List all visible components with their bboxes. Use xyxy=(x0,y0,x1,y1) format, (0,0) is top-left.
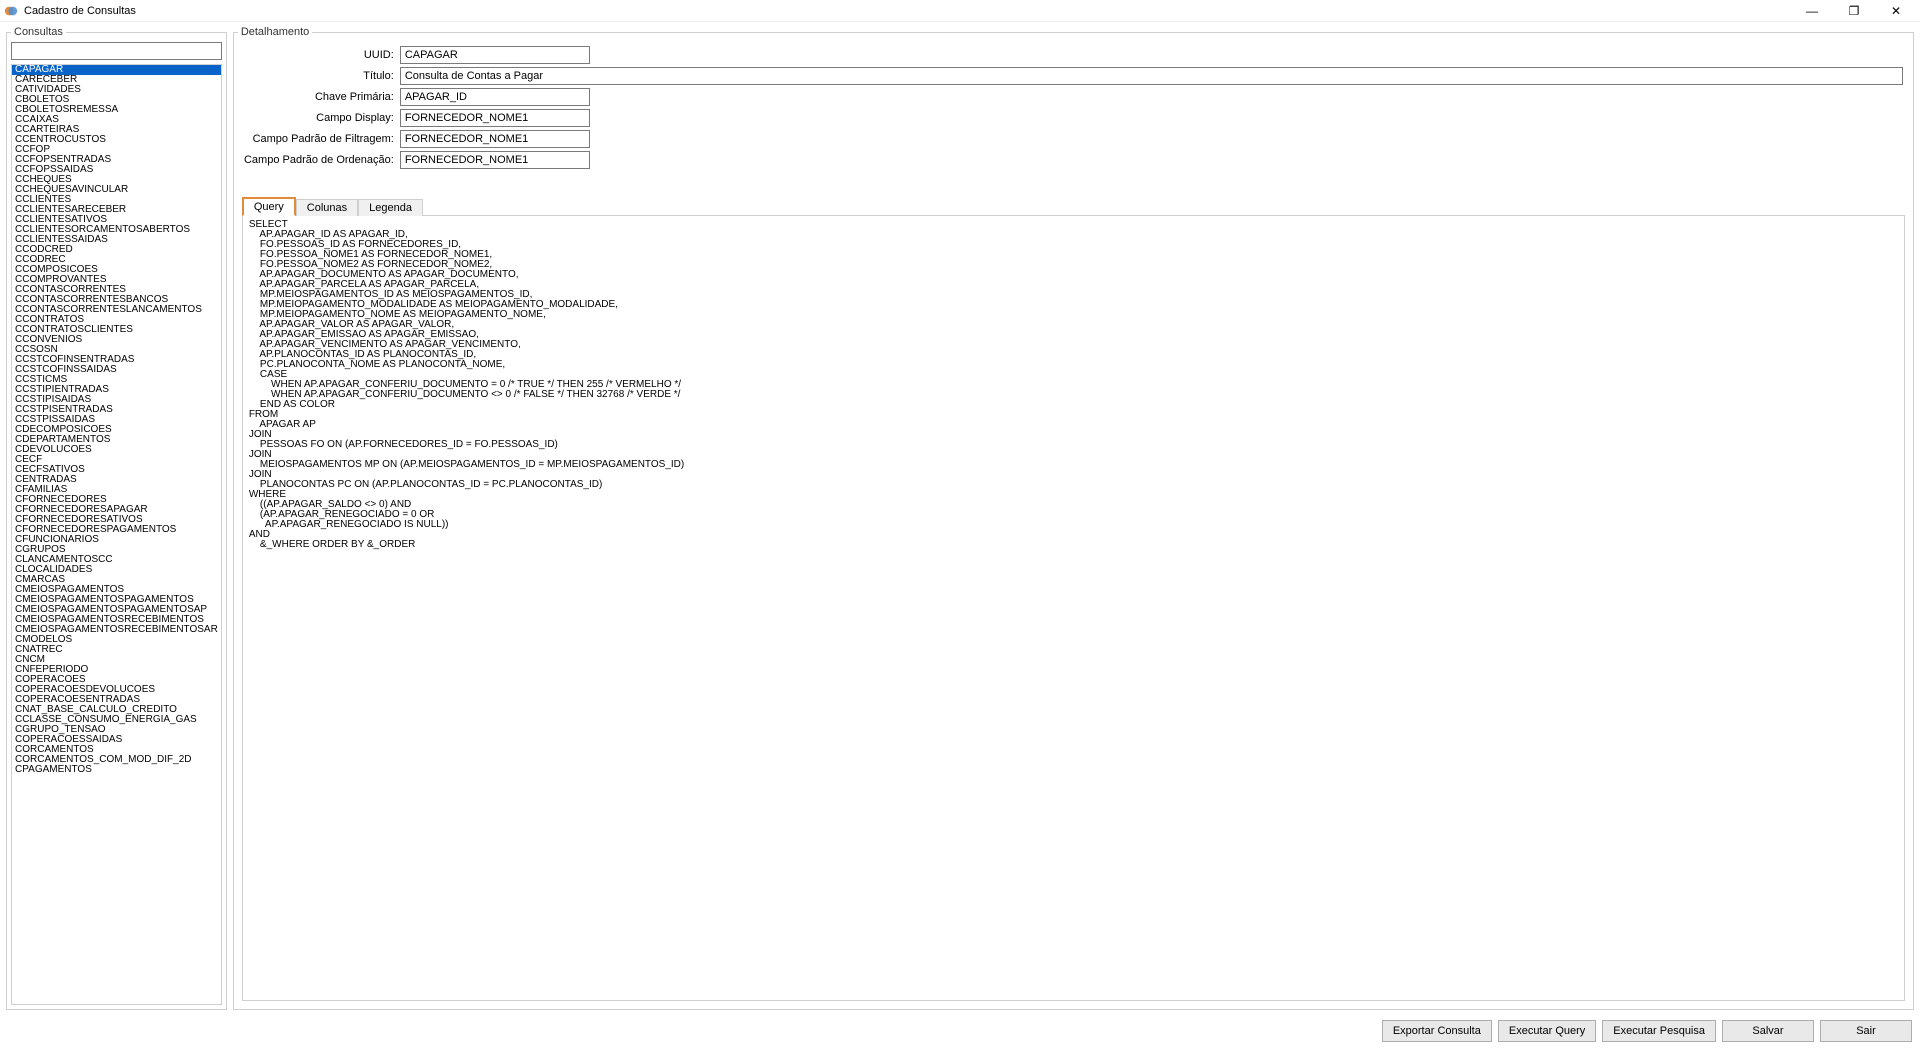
window-title: Cadastro de Consultas xyxy=(24,5,136,17)
consultas-panel: Consultas CAPAGARCARECEBERCATIVIDADESCBO… xyxy=(6,26,227,1010)
button-bar: Exportar Consulta Executar Query Executa… xyxy=(0,1014,1920,1050)
filtro-label: Campo Padrão de Filtragem: xyxy=(244,133,394,145)
salvar-button[interactable]: Salvar xyxy=(1722,1020,1814,1042)
executar-pesquisa-button[interactable]: Executar Pesquisa xyxy=(1602,1020,1716,1042)
tab-content[interactable]: SELECT AP.APAGAR_ID AS APAGAR_ID, FO.PES… xyxy=(242,215,1905,1001)
campo-display-field[interactable] xyxy=(400,109,590,127)
app-icon xyxy=(4,4,18,18)
minimize-button[interactable]: — xyxy=(1800,4,1824,18)
sair-button[interactable]: Sair xyxy=(1820,1020,1912,1042)
form-rows: UUID: Título: Chave Primária: Campo Disp… xyxy=(238,42,1909,178)
main-area: Consultas CAPAGARCARECEBERCATIVIDADESCBO… xyxy=(0,22,1920,1014)
campo-filtragem-field[interactable] xyxy=(400,130,590,148)
maximize-button[interactable]: ❐ xyxy=(1842,4,1866,18)
close-button[interactable]: ✕ xyxy=(1884,4,1908,18)
titulo-field[interactable] xyxy=(400,67,1903,85)
consultas-legend: Consultas xyxy=(11,26,66,38)
tab-colunas[interactable]: Colunas xyxy=(296,199,358,216)
sql-editor[interactable]: SELECT AP.APAGAR_ID AS APAGAR_ID, FO.PES… xyxy=(243,216,1904,554)
search-input[interactable] xyxy=(11,42,222,60)
list-item[interactable]: CDEVOLUCOES xyxy=(12,445,221,455)
tab-legenda[interactable]: Legenda xyxy=(358,199,423,216)
executar-query-button[interactable]: Executar Query xyxy=(1498,1020,1596,1042)
detalhamento-panel: Detalhamento UUID: Título: Chave Primári… xyxy=(233,26,1914,1010)
chave-primaria-field[interactable] xyxy=(400,88,590,106)
uuid-field[interactable] xyxy=(400,46,590,64)
consultas-list[interactable]: CAPAGARCARECEBERCATIVIDADESCBOLETOSCBOLE… xyxy=(11,64,222,1005)
detalhamento-legend: Detalhamento xyxy=(238,26,313,38)
tabs-region: Query Colunas Legenda SELECT AP.APAGAR_I… xyxy=(238,178,1909,1005)
campo-ordenacao-field[interactable] xyxy=(400,151,590,169)
chave-label: Chave Primária: xyxy=(244,91,394,103)
titulo-label: Título: xyxy=(244,70,394,82)
list-item[interactable]: CPAGAMENTOS xyxy=(12,765,221,775)
display-label: Campo Display: xyxy=(244,112,394,124)
tab-query[interactable]: Query xyxy=(242,197,296,216)
uuid-label: UUID: xyxy=(244,49,394,61)
window-titlebar: Cadastro de Consultas — ❐ ✕ xyxy=(0,0,1920,22)
ordem-label: Campo Padrão de Ordenação: xyxy=(244,154,394,166)
exportar-consulta-button[interactable]: Exportar Consulta xyxy=(1382,1020,1492,1042)
tab-strip: Query Colunas Legenda xyxy=(242,196,1905,215)
